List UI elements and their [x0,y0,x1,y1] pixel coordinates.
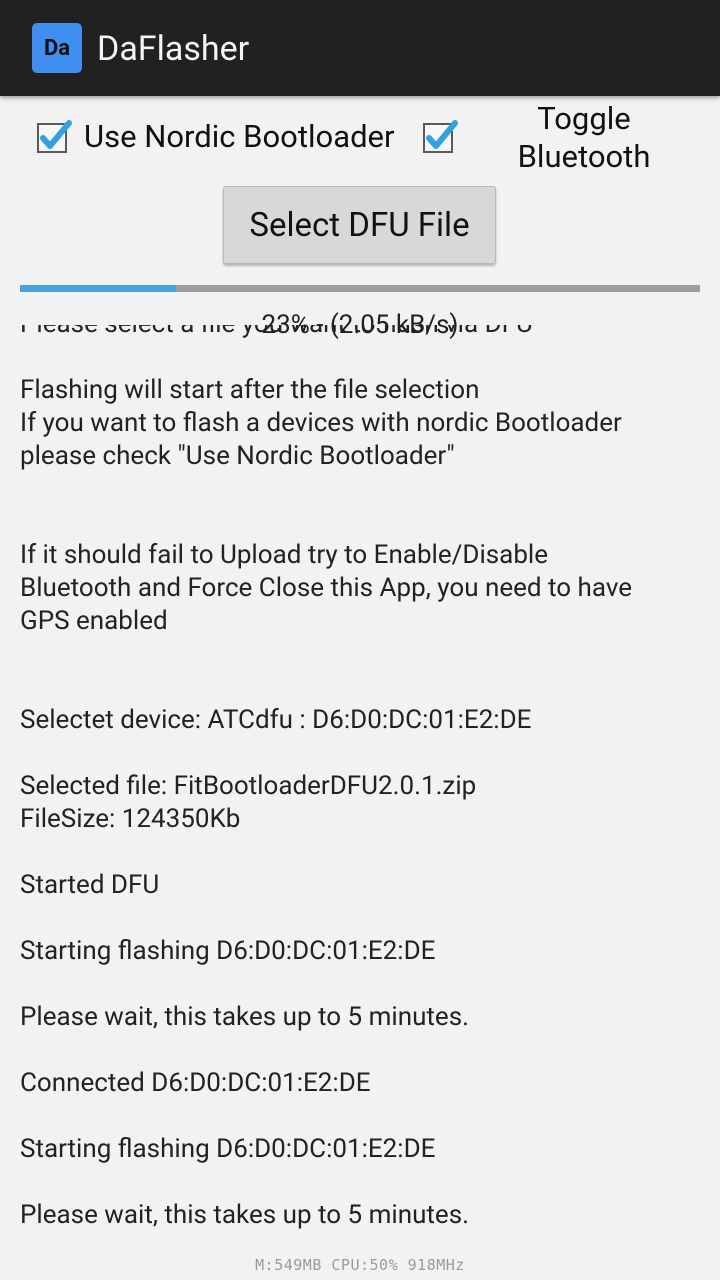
log-line: Started DFU [20,870,160,900]
nordic-bootloader-label[interactable]: Use Nordic Bootloader [84,117,395,157]
log-line: Connected D6:D0:DC:01:E2:DE [20,1068,371,1098]
log-line: Selectet device: ATCdfu : D6:D0:DC:01:E2… [20,705,532,735]
log-line: If you want to flash a devices with nord… [20,408,622,438]
checkbox-checked-icon [37,120,72,153]
toggle-bluetooth-label[interactable]: Toggle Bluetooth [500,100,668,176]
log-line: Please wait, this takes up to 5 minutes. [20,1002,469,1032]
log-line: Starting flashing D6:D0:DC:01:E2:DE [20,936,436,966]
log-line: please check "Use Nordic Bootloader" [20,441,455,471]
upload-progress-bar [20,285,700,292]
log-line: FileSize: 124350Kb [20,804,241,834]
log-line: Starting flashing D6:D0:DC:01:E2:DE [20,1134,436,1164]
performance-overlay: M:549MB CPU:50% 918MHz [255,1256,465,1274]
select-dfu-file-button[interactable]: Select DFU File [223,186,496,264]
toggle-bluetooth-checkbox[interactable] [422,120,458,153]
action-bar: Da DaFlasher [0,0,720,96]
log-output: Please select a file you want to flash v… [0,325,720,1260]
app-title: DaFlasher [97,29,250,69]
log-line: If it should fail to Upload try to Enabl… [20,540,549,570]
log-text: Please select a file you want to flash v… [20,325,700,1232]
log-line: Selected file: FitBootloaderDFU2.0.1.zip [20,771,477,801]
log-line: Bluetooth and Force Close this App, you … [20,573,633,603]
log-line: GPS enabled [20,606,168,636]
log-line: Flashing will start after the file selec… [20,375,480,405]
nordic-bootloader-checkbox[interactable] [36,120,72,153]
progress-fill [20,285,177,292]
progress-text: 23% - (2.05 kB/s) [261,310,459,340]
checkbox-checked-icon [423,120,458,153]
app-icon: Da [32,23,82,73]
log-line: Please wait, this takes up to 5 minutes. [20,1200,469,1230]
